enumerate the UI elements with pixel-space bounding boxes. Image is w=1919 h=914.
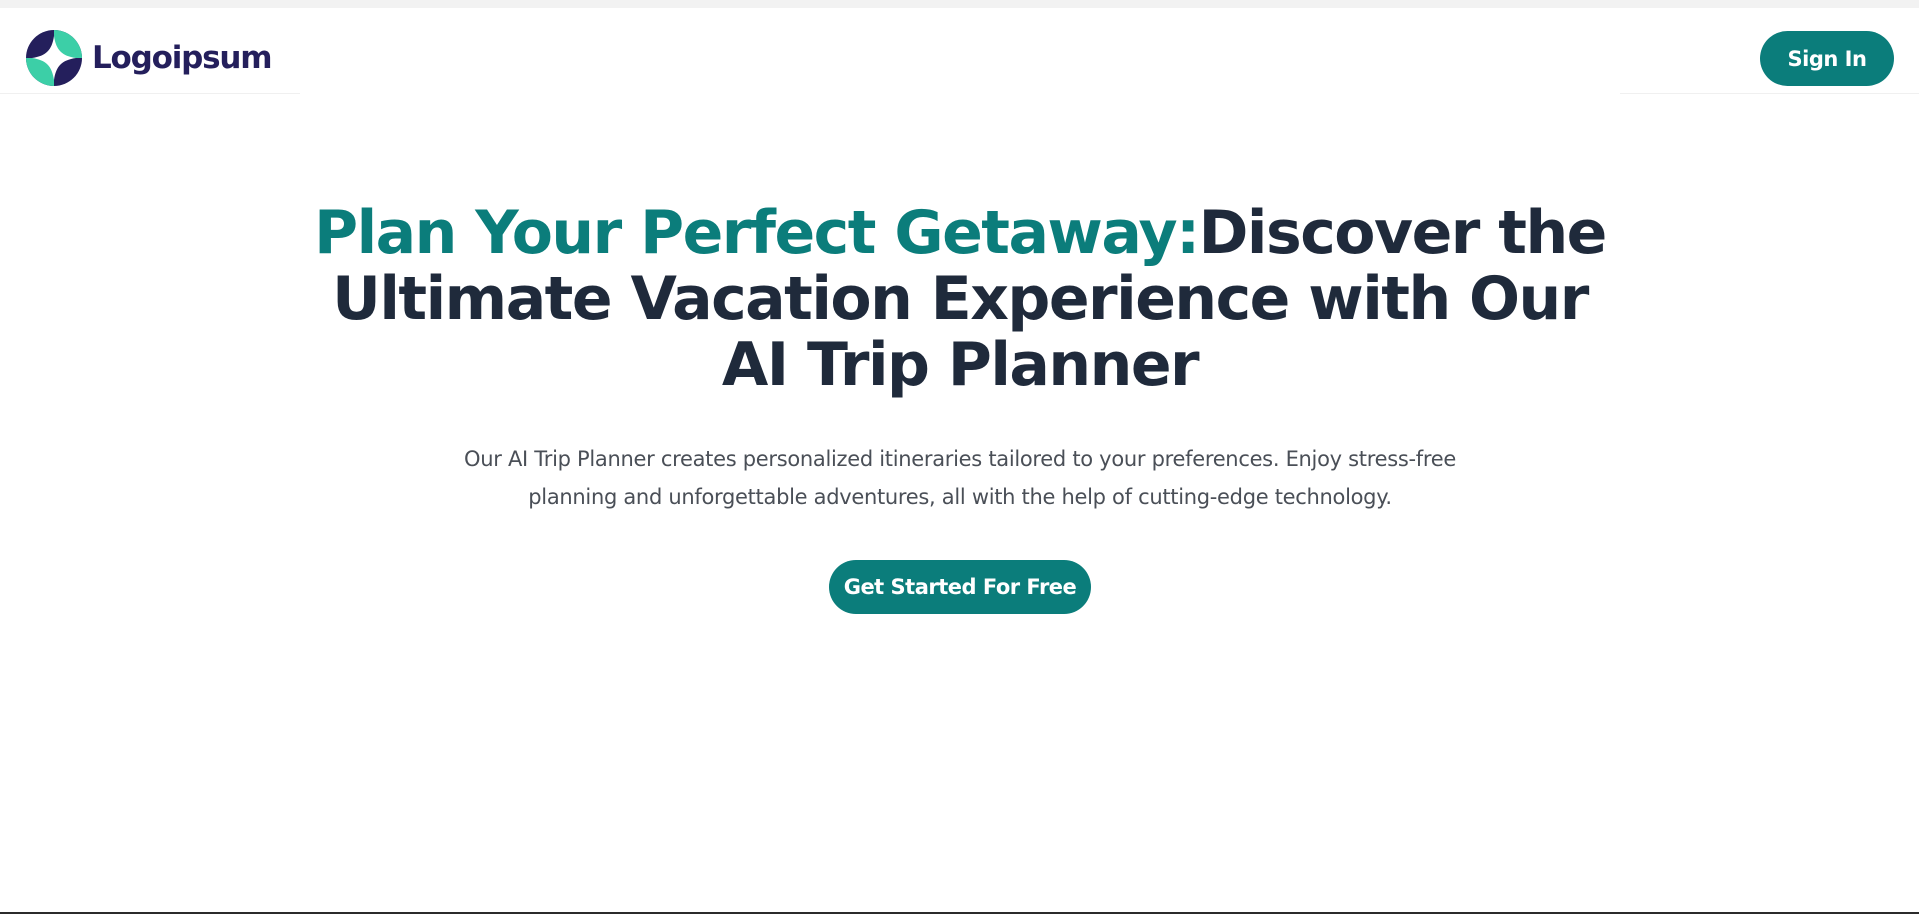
hero-title-accent: Plan Your Perfect Getaway: bbox=[314, 198, 1200, 268]
header-divider bbox=[0, 93, 1919, 94]
logo-text: Logoipsum bbox=[92, 40, 273, 76]
logo-mark-icon bbox=[26, 30, 82, 86]
hero-section: Plan Your Perfect Getaway:Discover the U… bbox=[300, 200, 1620, 614]
hero-subtitle: Our AI Trip Planner creates personalized… bbox=[464, 447, 1456, 509]
logo-link[interactable]: Logoipsum bbox=[26, 30, 273, 86]
sign-in-button[interactable]: Sign In bbox=[1760, 31, 1894, 86]
browser-top-strip bbox=[0, 0, 1919, 8]
get-started-button[interactable]: Get Started For Free bbox=[829, 560, 1091, 614]
hero-title: Plan Your Perfect Getaway:Discover the U… bbox=[300, 200, 1620, 398]
site-header: Logoipsum Sign In bbox=[0, 8, 1919, 94]
